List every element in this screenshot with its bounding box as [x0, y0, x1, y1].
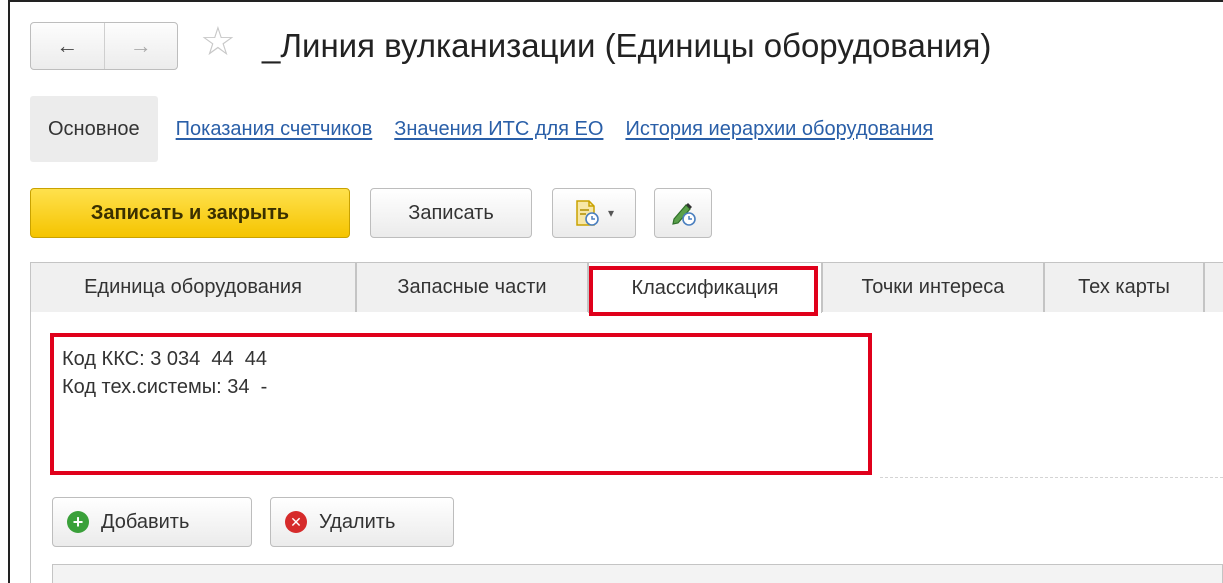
plus-icon: +: [67, 511, 89, 533]
section-navigation: Основное Показания счетчиков Значения ИТ…: [30, 96, 933, 162]
section-link-hierarchy-history[interactable]: История иерархии оборудования: [625, 118, 933, 141]
tab-overflow[interactable]: [1204, 262, 1223, 312]
delete-button-label: Удалить: [319, 510, 396, 533]
add-button[interactable]: + Добавить: [52, 497, 252, 547]
delete-icon: ✕: [285, 511, 307, 533]
section-main[interactable]: Основное: [30, 96, 158, 162]
page-title: _Линия вулканизации (Единицы оборудовани…: [262, 27, 992, 64]
forward-button[interactable]: →: [103, 23, 178, 69]
tech-system-code-text: Код тех.системы: 34 -: [62, 376, 268, 398]
tab-spare-parts[interactable]: Запасные части: [356, 262, 588, 312]
edit-history-button[interactable]: [654, 188, 712, 238]
tab-bar: Единица оборудования Запасные части Клас…: [30, 262, 1223, 313]
document-clock-icon: [576, 200, 599, 226]
save-and-close-button[interactable]: Записать и закрыть: [30, 188, 350, 238]
classification-table-header: [52, 564, 1223, 583]
arrow-left-icon: ←: [56, 33, 79, 58]
arrow-right-icon: →: [129, 33, 152, 58]
star-icon[interactable]: ☆: [200, 18, 236, 66]
section-link-meter-readings[interactable]: Показания счетчиков: [176, 118, 373, 141]
tab-classification[interactable]: Классификация: [588, 262, 822, 313]
print-report-button[interactable]: ▾: [552, 188, 636, 238]
tab-tech-cards[interactable]: Тех карты: [1044, 262, 1204, 312]
delete-button[interactable]: ✕ Удалить: [270, 497, 454, 547]
add-button-label: Добавить: [101, 510, 190, 533]
pencil-clock-icon: [672, 203, 696, 226]
classification-info-box: Код ККС: 3 034 44 44 Код тех.системы: 34…: [50, 333, 872, 475]
separator-line: [880, 477, 1223, 478]
tab-points-of-interest[interactable]: Точки интереса: [822, 262, 1044, 312]
kks-code-text: Код ККС: 3 034 44 44: [62, 348, 267, 370]
section-link-its-values[interactable]: Значения ИТС для ЕО: [394, 118, 603, 141]
chevron-down-icon: ▾: [607, 206, 615, 220]
back-button[interactable]: ←: [31, 23, 104, 69]
tab-equipment-unit[interactable]: Единица оборудования: [30, 262, 356, 312]
navigation-group: ← →: [30, 22, 178, 70]
save-button[interactable]: Записать: [370, 188, 532, 238]
